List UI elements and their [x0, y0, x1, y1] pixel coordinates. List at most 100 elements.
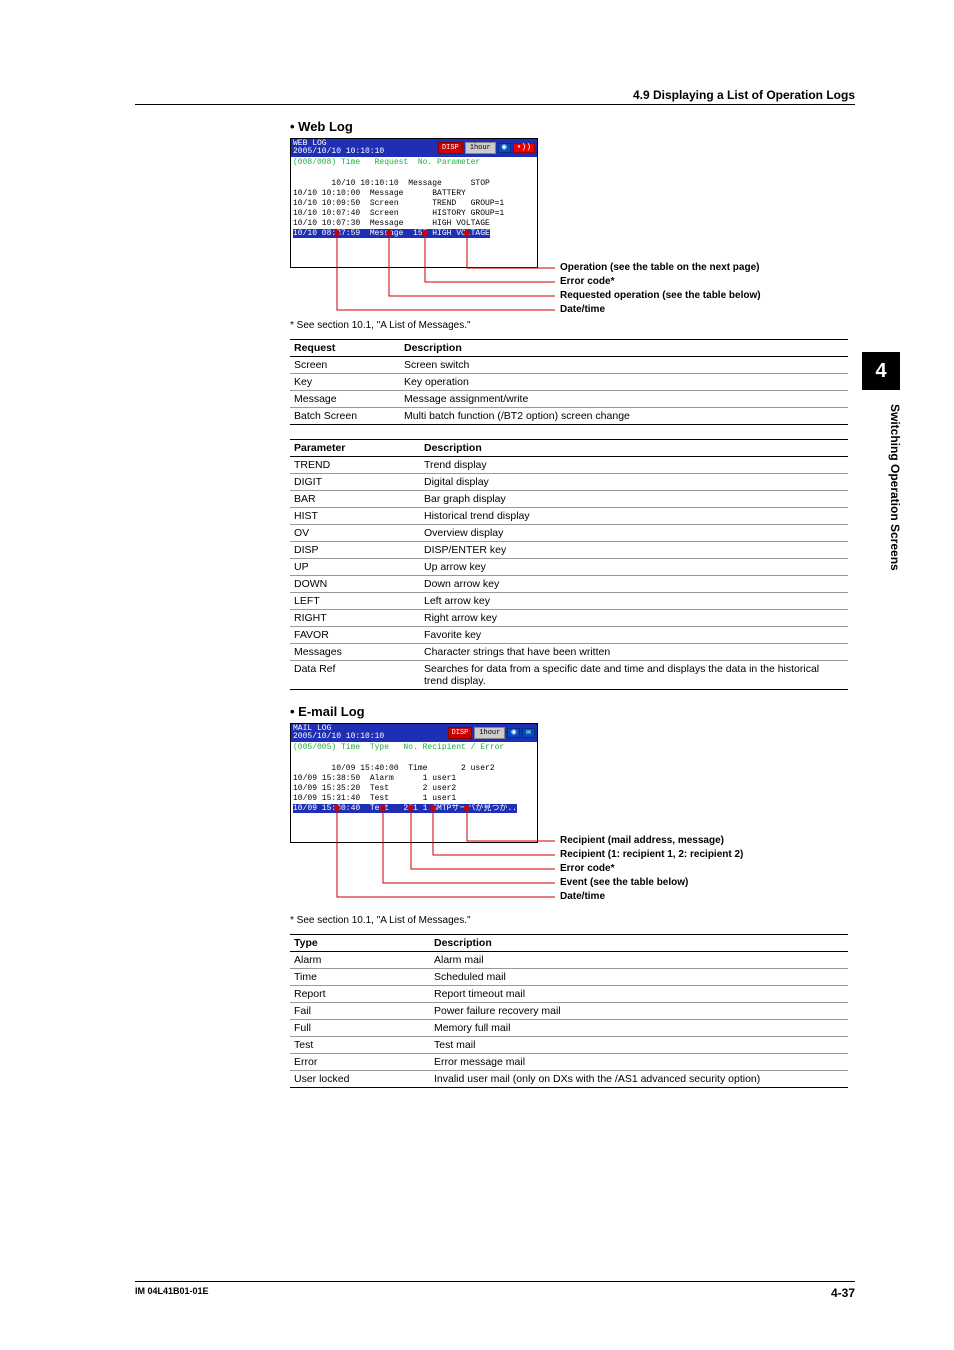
request-tbody: ScreenScreen switchKeyKey operationMessa… — [290, 357, 848, 425]
cell-key: Error — [290, 1054, 430, 1071]
dot-recip — [464, 805, 470, 811]
cell-value: Scheduled mail — [430, 969, 848, 986]
table-row: Data RefSearches for data from a specifi… — [290, 661, 848, 690]
emaillog-rows: 10/09 15:40:00 Time 2 user2 10/09 15:38:… — [291, 753, 537, 825]
table-row: MessagesCharacter strings that have been… — [290, 644, 848, 661]
cell-value: Message assignment/write — [400, 391, 848, 408]
cell-key: Report — [290, 986, 430, 1003]
envelope-icon: ✉ — [522, 728, 535, 738]
emaillog-title: MAIL LOG 2005/10/10 10:10:10 — [293, 725, 384, 741]
cell-value: Key operation — [400, 374, 848, 391]
camera-icon: ◉ — [507, 728, 520, 738]
cell-value: Searches for data from a specific date a… — [420, 661, 848, 690]
weblog-heading: • Web Log — [290, 119, 855, 134]
table-row: Batch ScreenMulti batch function (/BT2 o… — [290, 408, 848, 425]
request-table: Request Description ScreenScreen switchK… — [290, 339, 848, 425]
table-row: HISTHistorical trend display — [290, 508, 848, 525]
cell-value: Invalid user mail (only on DXs with the … — [430, 1071, 848, 1088]
param-col1: Parameter — [290, 440, 420, 457]
cell-value: Overview display — [420, 525, 848, 542]
cell-key: DISP — [290, 542, 420, 559]
period-badge: 1hour — [465, 142, 496, 154]
weblog-column-header: (008/008) Time Request No. Parameter — [291, 157, 537, 168]
callout-errorcode: Error code* — [560, 276, 614, 287]
table-row: MessageMessage assignment/write — [290, 391, 848, 408]
cell-key: LEFT — [290, 593, 420, 610]
speaker-icon: •)) — [513, 143, 535, 153]
disp-badge: DISP — [438, 142, 463, 154]
cell-key: OV — [290, 525, 420, 542]
cell-value: Power failure recovery mail — [430, 1003, 848, 1020]
cell-key: Screen — [290, 357, 400, 374]
cell-value: Alarm mail — [430, 952, 848, 969]
cell-value: Up arrow key — [420, 559, 848, 576]
cell-key: HIST — [290, 508, 420, 525]
cell-value: Left arrow key — [420, 593, 848, 610]
table-row: ScreenScreen switch — [290, 357, 848, 374]
type-col2: Description — [430, 935, 848, 952]
cell-value: Memory full mail — [430, 1020, 848, 1037]
table-row: LEFTLeft arrow key — [290, 593, 848, 610]
cell-key: Message — [290, 391, 400, 408]
cell-value: Screen switch — [400, 357, 848, 374]
dot-datetime — [334, 230, 340, 236]
table-row: DISPDISP/ENTER key — [290, 542, 848, 559]
cell-key: Messages — [290, 644, 420, 661]
cell-key: Alarm — [290, 952, 430, 969]
cell-value: Report timeout mail — [430, 986, 848, 1003]
table-row: BARBar graph display — [290, 491, 848, 508]
table-row: DIGITDigital display — [290, 474, 848, 491]
weblog-panel: WEB LOG 2005/10/10 10:10:10 DISP 1hour ◉… — [290, 138, 538, 268]
cell-key: Data Ref — [290, 661, 420, 690]
parameter-table: Parameter Description TRENDTrend display… — [290, 439, 848, 690]
cell-value: Error message mail — [430, 1054, 848, 1071]
weblog-figure: WEB LOG 2005/10/10 10:10:10 DISP 1hour ◉… — [290, 138, 850, 318]
cell-key: TREND — [290, 457, 420, 474]
table-row: OVOverview display — [290, 525, 848, 542]
request-col2: Description — [400, 340, 848, 357]
cell-value: Bar graph display — [420, 491, 848, 508]
cell-key: RIGHT — [290, 610, 420, 627]
dot-errorcode — [422, 230, 428, 236]
table-row: FullMemory full mail — [290, 1020, 848, 1037]
table-row: TRENDTrend display — [290, 457, 848, 474]
cell-value: Trend display — [420, 457, 848, 474]
emaillog-row-text: 10/09 15:40:00 Time 2 user2 10/09 15:38:… — [293, 764, 495, 803]
period-badge: 1hour — [474, 727, 505, 739]
cell-value: Character strings that have been written — [420, 644, 848, 661]
table-row: RIGHTRight arrow key — [290, 610, 848, 627]
chapter-label: Switching Operation Screens — [888, 404, 902, 571]
section-header: 4.9 Displaying a List of Operation Logs — [135, 88, 855, 105]
dot-operation — [464, 230, 470, 236]
type-col1: Type — [290, 935, 430, 952]
emaillog-panel: MAIL LOG 2005/10/10 10:10:10 DISP 1hour … — [290, 723, 538, 843]
callout-recipient12: Recipient (1: recipient 1, 2: recipient … — [560, 849, 743, 860]
type-table: Type Description AlarmAlarm mailTimeSche… — [290, 934, 848, 1088]
camera-icon: ◉ — [498, 143, 511, 153]
weblog-rows: 10/10 10:10:10 Message STOP 10/10 10:10:… — [291, 168, 537, 250]
callout-err: Error code* — [560, 863, 614, 874]
cell-key: BAR — [290, 491, 420, 508]
dot-event — [380, 805, 386, 811]
table-row: DOWNDown arrow key — [290, 576, 848, 593]
cell-value: Digital display — [420, 474, 848, 491]
table-row: FailPower failure recovery mail — [290, 1003, 848, 1020]
cell-value: Favorite key — [420, 627, 848, 644]
dot-dt — [334, 805, 340, 811]
cell-value: DISP/ENTER key — [420, 542, 848, 559]
callout-operation: Operation (see the table on the next pag… — [560, 262, 759, 273]
callout-datetime: Date/time — [560, 304, 605, 315]
cell-key: FAVOR — [290, 627, 420, 644]
dot-err — [408, 805, 414, 811]
emaillog-footnote: * See section 10.1, "A List of Messages.… — [290, 915, 855, 926]
manual-code: IM 04L41B01-01E — [135, 1286, 209, 1300]
emaillog-row-selected: 10/09 15:30:40 Test 261 1 SMTPサーバが見つか.. — [293, 804, 517, 813]
cell-key: DIGIT — [290, 474, 420, 491]
callout-request: Requested operation (see the table below… — [560, 290, 761, 301]
cell-value: Right arrow key — [420, 610, 848, 627]
callout-dt: Date/time — [560, 891, 605, 902]
request-col1: Request — [290, 340, 400, 357]
type-tbody: AlarmAlarm mailTimeScheduled mailReportR… — [290, 952, 848, 1088]
table-row: UPUp arrow key — [290, 559, 848, 576]
cell-value: Test mail — [430, 1037, 848, 1054]
